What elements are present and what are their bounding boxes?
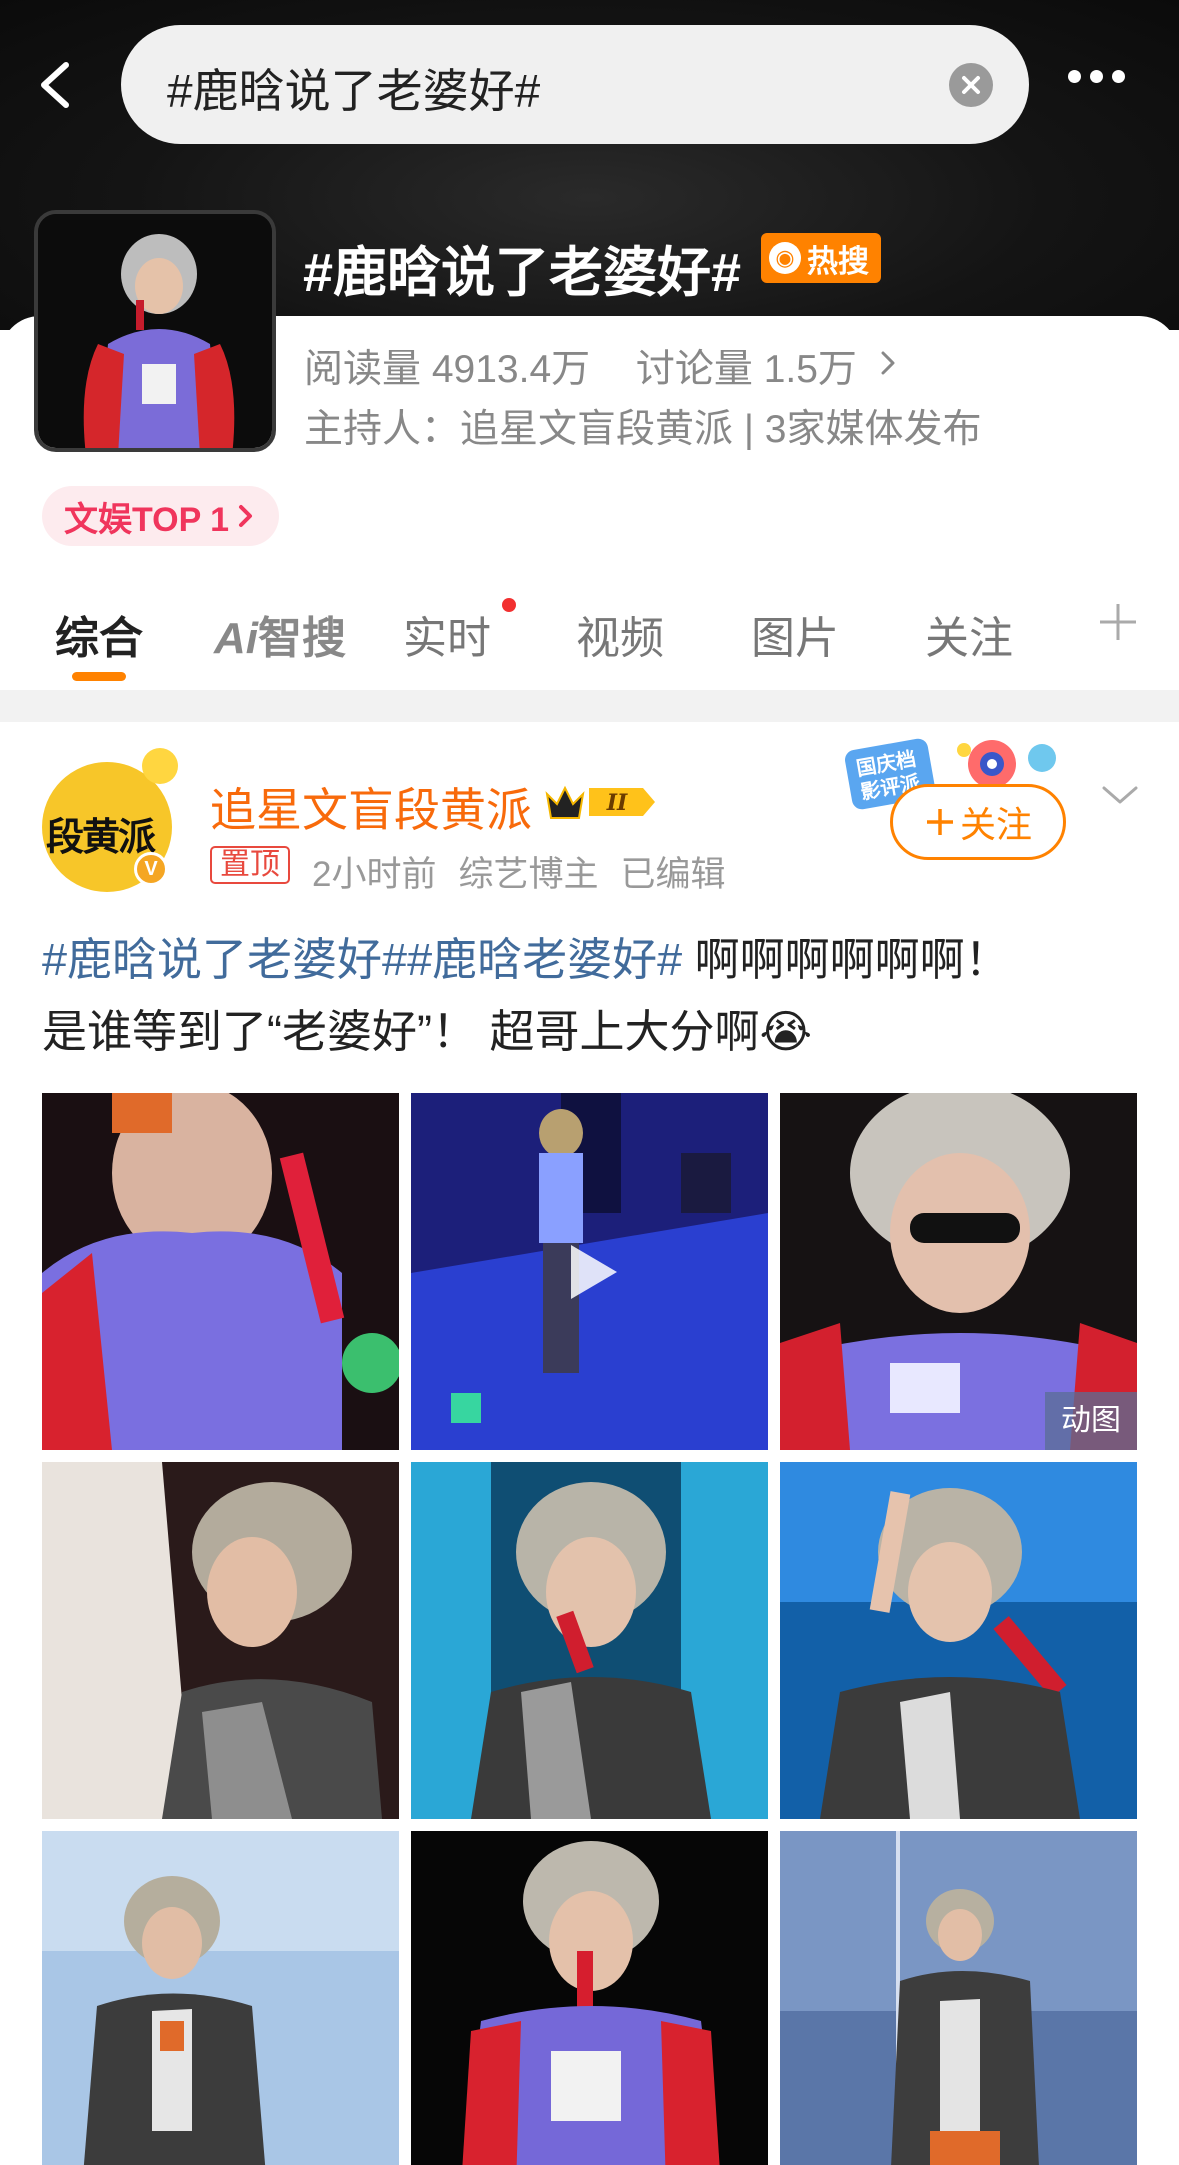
clear-icon [962, 76, 980, 94]
post-text-line2: 是谁等到了“老婆好”！ 超哥上大分啊 [42, 1006, 760, 1057]
tab-images[interactable]: 图片 [751, 602, 839, 666]
more-icon [1068, 70, 1134, 87]
reads-value: 4913.4万 [431, 348, 591, 391]
post-image[interactable] [780, 1462, 1137, 1819]
post-text-line1: 啊啊啊啊啊啊！ [682, 934, 1010, 985]
crying-laugh-emoji-icon: 😭 [759, 1006, 813, 1057]
back-arrow-icon [41, 62, 69, 108]
follow-label: 关注 [959, 804, 1032, 845]
hot-search-icon: ◉ [769, 242, 801, 274]
tab-video[interactable]: 视频 [576, 602, 664, 666]
post-image[interactable] [780, 1831, 1137, 2165]
chevron-down-icon[interactable] [1100, 780, 1140, 810]
ai-logo-icon: Ai [214, 614, 258, 663]
post-text: #鹿晗说了老婆好##鹿晗老婆好# 啊啊啊啊啊啊！ 是谁等到了“老婆好”！ 超哥上… [42, 924, 1152, 1068]
topic-cover-image[interactable] [34, 210, 276, 452]
hot-badge-label: 热搜 [807, 243, 869, 279]
search-query-text: #鹿晗说了老婆好# [167, 65, 541, 117]
rank-badge[interactable]: 文娱TOP 1 [42, 486, 280, 546]
tab-realtime[interactable]: 实时 [403, 602, 491, 666]
avatar-text: 段黄派 [46, 817, 156, 859]
post-image[interactable] [411, 1831, 768, 2165]
crown-icon [545, 785, 585, 819]
topic-stats[interactable]: 阅读量 4913.4万 讨论量 1.5万 [304, 338, 857, 394]
search-input[interactable]: #鹿晗说了老婆好# [121, 25, 1029, 144]
hashtag-link[interactable]: #鹿晗说了老婆好# [42, 934, 407, 985]
vip-level-text: II [606, 790, 628, 816]
discuss-label: 讨论量 [635, 348, 753, 391]
topic-title: #鹿晗说了老婆好# [303, 243, 742, 303]
active-tab-indicator [72, 672, 126, 681]
hashtag-link[interactable]: #鹿晗老婆好# [407, 934, 682, 985]
rank-label: 文娱TOP 1 [64, 500, 230, 539]
image-grid: 动图 [42, 1093, 1137, 2165]
post-image[interactable] [42, 1462, 399, 1819]
plus-icon [926, 809, 953, 835]
post-author-name[interactable]: 追星文盲段黄派 [210, 774, 532, 840]
gif-tag: 动图 [1045, 1392, 1137, 1450]
tab-comprehensive[interactable]: 综合 [55, 602, 143, 666]
post-video-thumbnail[interactable] [411, 1093, 768, 1450]
tab-ai-search-label: 智搜 [258, 614, 346, 663]
add-tab-plus-icon[interactable] [1096, 600, 1140, 644]
verified-v-icon: V [134, 852, 168, 886]
back-button[interactable] [28, 55, 88, 115]
more-button[interactable] [1068, 70, 1138, 100]
section-divider [0, 690, 1179, 722]
performer-photo [38, 214, 272, 448]
post-image[interactable] [42, 1093, 399, 1450]
post-edited: 已编辑 [620, 855, 726, 894]
post-time: 2小时前 [312, 855, 437, 894]
post-image[interactable] [411, 1462, 768, 1819]
follow-button[interactable]: 关注 [890, 784, 1066, 860]
notification-dot [502, 598, 516, 612]
clear-search-button[interactable] [949, 63, 993, 107]
topic-host-line[interactable]: 主持人：追星文盲段黄派 | 3家媒体发布 [304, 398, 982, 454]
chevron-right-icon [239, 505, 253, 527]
play-icon [571, 1245, 617, 1299]
reads-label: 阅读量 [304, 348, 422, 391]
post-meta: 2小时前 综艺博主 已编辑 [312, 846, 748, 897]
tab-following[interactable]: 关注 [925, 602, 1013, 666]
chevron-right-icon[interactable] [873, 348, 903, 378]
tab-ai-search[interactable]: Ai智搜 [214, 602, 346, 666]
hot-search-badge[interactable]: ◉ 热搜 [761, 233, 881, 283]
pinned-tag: 置顶 [210, 846, 290, 884]
sun-decoration-icon [142, 748, 178, 784]
post-image[interactable] [42, 1831, 399, 2165]
discuss-value: 1.5万 [763, 348, 857, 391]
post-image-gif[interactable]: 动图 [780, 1093, 1137, 1450]
post-author-role: 综艺博主 [458, 855, 599, 894]
vip-level-badge[interactable]: II [543, 780, 659, 824]
